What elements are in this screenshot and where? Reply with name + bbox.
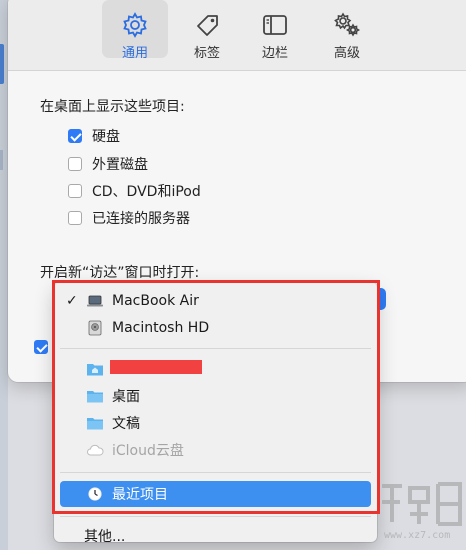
menu-item-desktop[interactable]: 桌面 (54, 383, 377, 409)
harddisk-icon (88, 320, 102, 336)
menu-item-label: 桌面 (112, 389, 140, 405)
gear-icon (123, 12, 147, 38)
sidebar-icon (263, 15, 287, 35)
connected-servers-label: 已连接的服务器 (92, 211, 190, 227)
preferences-toolbar: 通用 标签 边栏 高级 (8, 0, 466, 71)
menu-item-label: 最近项目 (112, 487, 168, 503)
checkbox-row-external-disks[interactable]: 外置磁盘 (68, 154, 148, 174)
menu-item-macintosh-hd[interactable]: Macintosh HD (54, 315, 377, 341)
hard-disks-checkbox[interactable] (68, 129, 82, 143)
watermark-glyph-icon (382, 482, 462, 526)
new-window-label: 开启新“访达”窗口时打开: (40, 265, 200, 281)
folder-icon (87, 391, 103, 403)
menu-separator (60, 348, 371, 349)
lower-option-checkbox[interactable] (34, 340, 48, 354)
menu-item-label: iCloud云盘 (112, 443, 184, 459)
redaction-bar (110, 360, 202, 374)
home-folder-icon (87, 364, 103, 376)
menu-separator (60, 516, 371, 517)
clock-icon (88, 487, 102, 501)
hard-disks-label: 硬盘 (92, 129, 120, 145)
tag-icon (197, 15, 218, 36)
checkbox-row-cds-dvds[interactable]: CD、DVD和iPod (68, 181, 201, 201)
desktop-edge-accent (0, 44, 4, 84)
cloud-icon (87, 444, 104, 456)
laptop-icon (87, 295, 103, 307)
tab-advanced[interactable]: 高级 (314, 0, 380, 61)
desktop-items-heading: 在桌面上显示这些项目: (40, 99, 185, 115)
tab-general[interactable]: 通用 (102, 0, 168, 61)
checkmark-icon: ✓ (66, 293, 78, 309)
cds-dvds-checkbox[interactable] (68, 184, 82, 198)
menu-item-label: 文稿 (112, 416, 140, 432)
watermark-text: www.xz7.com (384, 530, 451, 541)
tab-sidebar-label: 边栏 (261, 46, 288, 61)
connected-servers-checkbox[interactable] (68, 211, 82, 225)
menu-item-macbook-air[interactable]: ✓ MacBook Air (54, 288, 377, 314)
menu-separator (60, 472, 371, 473)
desktop-edge-accent-2 (0, 150, 3, 170)
checkbox-row-hard-disks[interactable]: 硬盘 (68, 126, 120, 146)
tab-advanced-label: 高级 (333, 46, 360, 61)
menu-item-home-folder[interactable] (54, 356, 377, 382)
external-disks-label: 外置磁盘 (92, 157, 148, 173)
gears-icon (334, 12, 361, 37)
menu-item-other[interactable]: 其他... (84, 526, 125, 546)
cds-dvds-label: CD、DVD和iPod (92, 184, 201, 200)
menu-item-recents[interactable]: 最近项目 (60, 481, 371, 507)
folder-icon (87, 418, 103, 430)
desktop-edge (0, 0, 8, 550)
external-disks-checkbox[interactable] (68, 157, 82, 171)
tab-general-label: 通用 (121, 46, 148, 61)
menu-item-icloud-drive: iCloud云盘 (54, 437, 377, 463)
new-window-dropdown-menu: ✓ MacBook Air Macintosh HD 桌面 文稿 iCloud云… (54, 282, 377, 542)
menu-item-label: Macintosh HD (112, 320, 210, 336)
tab-tags-label: 标签 (193, 46, 220, 61)
watermark-logo: www.xz7.com (378, 478, 466, 550)
menu-item-documents[interactable]: 文稿 (54, 410, 377, 436)
menu-item-label: MacBook Air (112, 293, 199, 309)
tab-sidebar[interactable]: 边栏 (242, 0, 308, 61)
tab-tags[interactable]: 标签 (174, 0, 240, 61)
checkbox-row-connected-servers[interactable]: 已连接的服务器 (68, 208, 190, 228)
